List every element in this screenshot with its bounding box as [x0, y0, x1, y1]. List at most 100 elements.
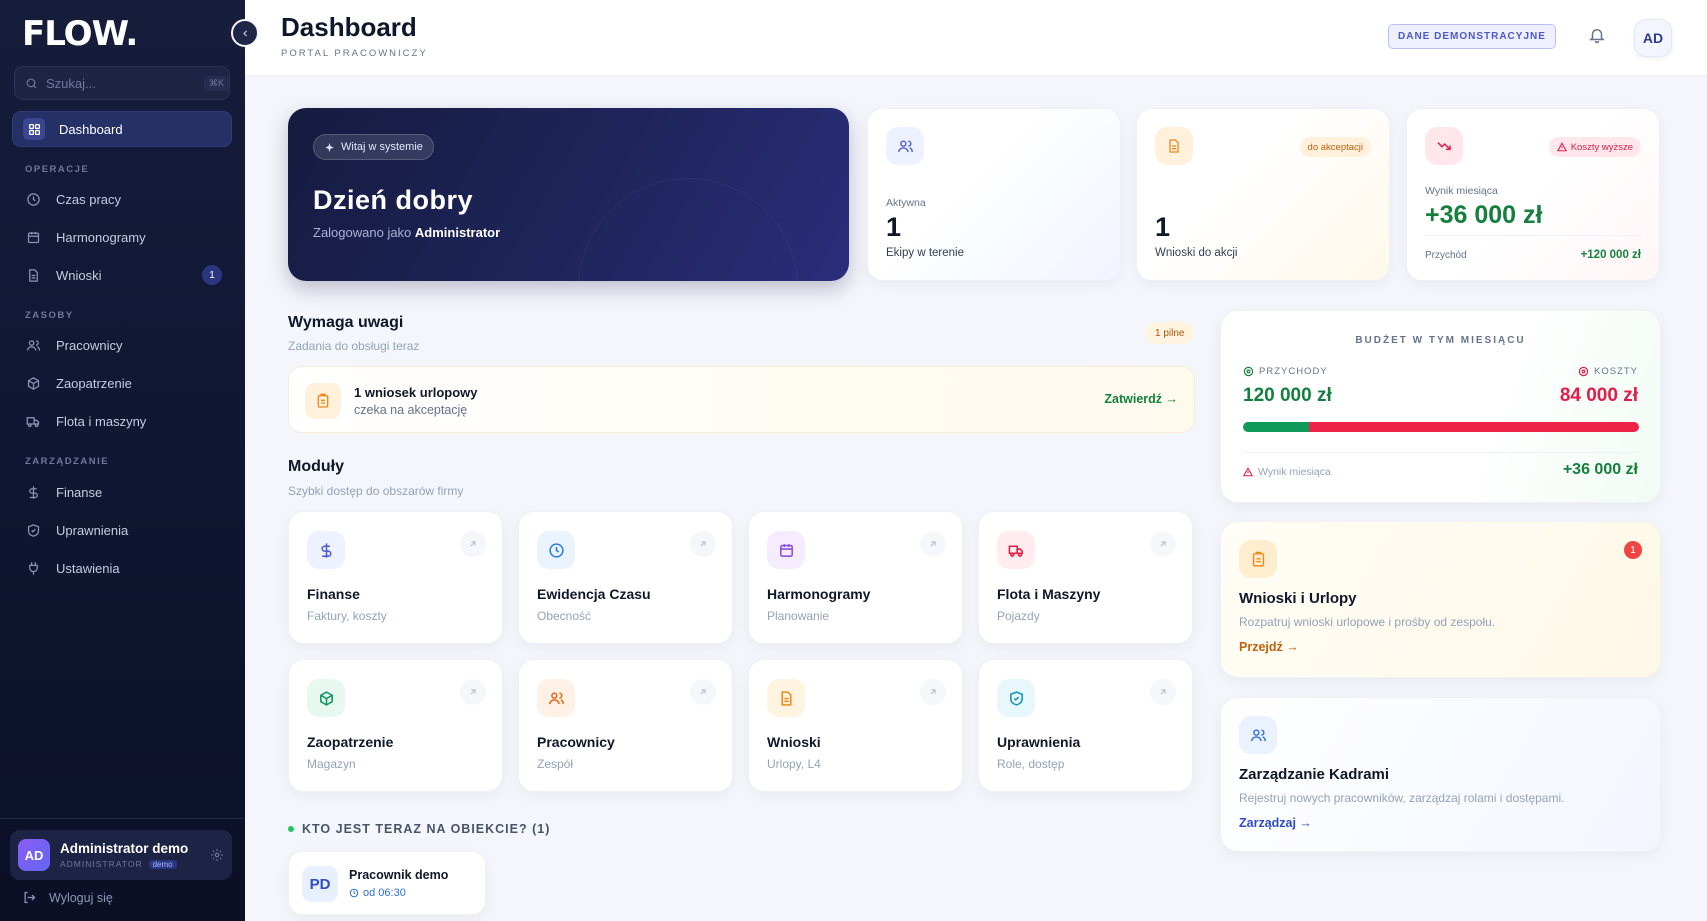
sidebar-item-pracownicy[interactable]: Pracownicy	[12, 327, 232, 363]
module-card-uprawnienia[interactable]: Uprawnienia Role, dostęp	[978, 659, 1193, 792]
cost-label-text: KOSZTY	[1593, 366, 1638, 377]
budget-bar-costs	[1309, 422, 1639, 432]
demo-tag: demo	[148, 859, 177, 869]
shield-icon	[24, 521, 42, 539]
module-subtitle: Magazyn	[307, 757, 356, 771]
grid-icon	[23, 118, 45, 140]
sidebar-item-flota[interactable]: Flota i maszyny	[12, 403, 232, 439]
search-box[interactable]: ⌘K	[14, 66, 230, 100]
collapse-sidebar-button[interactable]	[231, 19, 259, 47]
sidebar-item-harmonogramy[interactable]: Harmonogramy	[12, 219, 232, 255]
sidebar-item-label: Ustawienia	[56, 560, 120, 576]
module-title: Pracownicy	[537, 734, 615, 750]
onsite-person-card[interactable]: PD Pracownik demo od 06:30	[288, 851, 486, 915]
users-icon	[886, 127, 924, 165]
search-icon	[25, 77, 38, 90]
attention-task[interactable]: 1 wniosek urlopowy czeka na akceptację Z…	[288, 366, 1195, 433]
stat-card-teams[interactable]: Aktywna 1 Ekipy w terenie	[867, 108, 1121, 281]
dollar-icon	[307, 531, 345, 569]
onsite-title-label: KTO JEST TERAZ NA OBIEKCIE? (1)	[302, 822, 551, 836]
person-since: od 06:30	[349, 887, 406, 899]
gear-icon[interactable]	[210, 848, 224, 862]
logout-icon	[22, 890, 37, 905]
arrow-up-right-icon	[920, 679, 946, 705]
sidebar-item-ustawienia[interactable]: Ustawienia	[12, 550, 232, 586]
result-label-text: Wynik miesiąca	[1258, 466, 1331, 478]
users-icon	[1239, 716, 1277, 754]
app-logo[interactable]: FLOW.	[22, 14, 138, 54]
module-card-finanse[interactable]: Finanse Faktury, koszty	[288, 511, 503, 644]
section-title-zarzadzanie: ZARZĄDZANIE	[25, 456, 110, 467]
module-title: Flota i Maszyny	[997, 586, 1101, 602]
costs-higher-tag: Koszty wyższe	[1548, 137, 1641, 157]
attention-title: Wymaga uwagi	[288, 314, 404, 331]
shield-icon	[997, 679, 1035, 717]
warning-icon	[1556, 142, 1567, 152]
bell-icon[interactable]	[1588, 26, 1606, 44]
sidebar-item-finanse[interactable]: Finanse	[12, 474, 232, 510]
calendar-icon	[767, 531, 805, 569]
search-input[interactable]	[46, 75, 196, 91]
arrow-up-right-icon	[690, 679, 716, 705]
stat-card-requests[interactable]: do akceptacji 1 Wnioski do akcji	[1136, 108, 1390, 281]
sidebar-item-dashboard[interactable]: Dashboard	[12, 111, 232, 147]
stat-card-result[interactable]: Koszty wyższe Wynik miesiąca +36 000 zł …	[1406, 108, 1660, 281]
person-since-label: od 06:30	[363, 887, 406, 899]
leave-requests-panel[interactable]: 1 Wnioski i Urlopy Rozpatruj wnioski url…	[1220, 521, 1661, 678]
arrow-circle-icon	[1243, 366, 1254, 377]
onsite-title: KTO JEST TERAZ NA OBIEKCIE? (1)	[288, 822, 550, 836]
module-title: Finanse	[307, 586, 360, 602]
sidebar-item-zaopatrzenie[interactable]: Zaopatrzenie	[12, 365, 232, 401]
box-icon	[24, 374, 42, 392]
module-card-flota[interactable]: Flota i Maszyny Pojazdy	[978, 511, 1193, 644]
logout-label: Wyloguj się	[49, 890, 113, 905]
user-avatar-top[interactable]: AD	[1634, 19, 1672, 57]
target-icon	[1578, 366, 1589, 377]
stat-label: Wynik miesiąca	[1425, 185, 1498, 197]
module-card-ewidencja[interactable]: Ewidencja Czasu Obecność	[518, 511, 733, 644]
sidebar-item-label: Harmonogramy	[56, 229, 146, 245]
document-icon	[1155, 127, 1193, 165]
task-title: 1 wniosek urlopowy	[354, 385, 478, 400]
hero-decoration	[578, 178, 798, 281]
sidebar-item-label: Flota i maszyny	[56, 413, 147, 429]
user-card[interactable]: AD Administrator demo ADMINISTRATOR demo	[10, 830, 232, 880]
result-value: +36 000 zł	[1562, 461, 1638, 478]
module-card-zaopatrzenie[interactable]: Zaopatrzenie Magazyn	[288, 659, 503, 792]
sidebar-item-czas-pracy[interactable]: Czas pracy	[12, 181, 232, 217]
demo-data-badge: DANE DEMONSTRACYJNE	[1388, 24, 1556, 49]
budget-bar-income	[1243, 422, 1309, 432]
stat-value: 1	[886, 212, 902, 242]
wnioski-count-badge: 1	[202, 265, 222, 285]
hr-management-panel[interactable]: Zarządzanie Kadrami Rejestruj nowych pra…	[1220, 697, 1661, 852]
module-card-wnioski[interactable]: Wnioski Urlopy, L4	[748, 659, 963, 792]
cost-value: 84 000 zł	[1559, 385, 1638, 406]
budget-card: BUDŻET W TYM MIESIĄCU PRZYCHODY 120 000 …	[1220, 310, 1661, 503]
modules-subtitle: Szybki dostęp do obszarów firmy	[288, 484, 464, 498]
module-subtitle: Urlopy, L4	[767, 757, 821, 771]
panel-title: Zarządzanie Kadrami	[1239, 766, 1390, 783]
goto-link[interactable]: Przejdź →	[1239, 640, 1299, 654]
arrow-up-right-icon	[920, 531, 946, 557]
clipboard-icon	[305, 383, 341, 419]
person-avatar: PD	[302, 866, 338, 902]
logged-user: Administrator	[414, 225, 501, 240]
person-name: Pracownik demo	[349, 868, 449, 882]
chevron-left-icon	[242, 29, 247, 37]
manage-link[interactable]: Zarządzaj →	[1239, 816, 1312, 830]
sidebar-item-label: Wnioski	[56, 267, 102, 283]
sidebar-item-label: Czas pracy	[56, 191, 122, 207]
module-subtitle: Planowanie	[767, 609, 830, 623]
notification-badge: 1	[1624, 541, 1642, 559]
sidebar-item-wnioski[interactable]: Wnioski 1	[12, 257, 232, 293]
approve-button[interactable]: Zatwierdź →	[1104, 392, 1178, 406]
pending-tag: do akceptacji	[1299, 137, 1371, 157]
users-icon	[537, 679, 575, 717]
module-card-pracownicy[interactable]: Pracownicy Zespół	[518, 659, 733, 792]
sidebar-item-uprawnienia[interactable]: Uprawnienia	[12, 512, 232, 548]
logout-button[interactable]: Wyloguj się	[22, 890, 113, 905]
module-card-harmonogramy[interactable]: Harmonogramy Planowanie	[748, 511, 963, 644]
costs-higher-label: Koszty wyższe	[1570, 141, 1633, 153]
sparkle-icon	[324, 142, 335, 153]
calendar-icon	[24, 228, 42, 246]
